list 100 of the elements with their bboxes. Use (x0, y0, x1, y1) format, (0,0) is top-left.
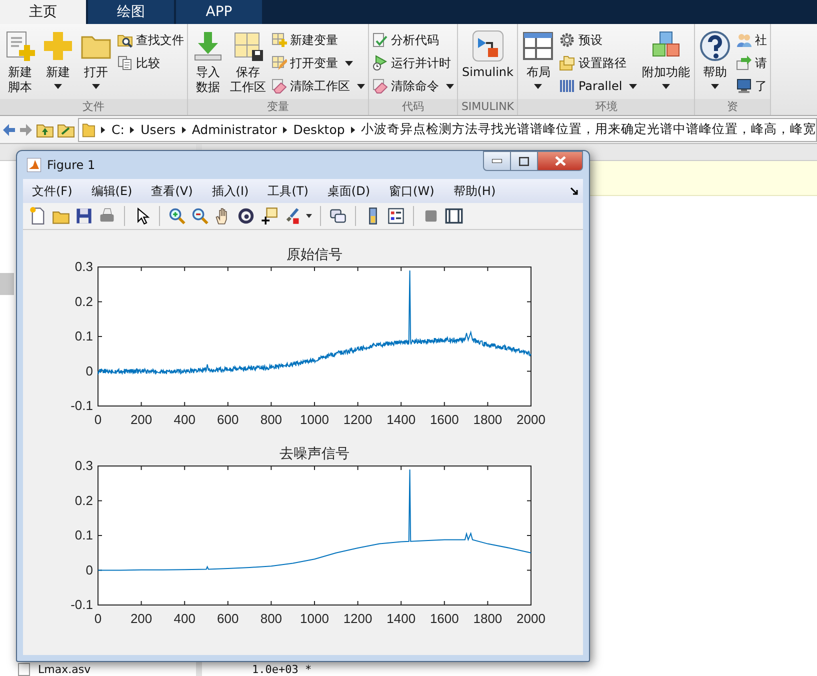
toolstrip-button[interactable]: 请 (734, 53, 770, 73)
y-tick-label: -0.1 (70, 597, 93, 612)
x-tick-label: 2000 (516, 611, 546, 626)
breadcrumb-item[interactable]: Desktop (293, 122, 345, 137)
plot-title: 去噪声信号 (280, 446, 350, 462)
toolstrip-button[interactable]: 清除命令 (370, 76, 456, 96)
people-icon[interactable] (736, 32, 752, 48)
window-icon[interactable] (445, 207, 463, 225)
ribbon-tab[interactable]: 主页 (0, 0, 86, 24)
toolstrip-button[interactable]: 打开 (77, 28, 115, 99)
dock-arrow-icon[interactable] (570, 186, 579, 196)
menu-item[interactable]: 桌面(D) (327, 182, 370, 200)
toolstrip-button[interactable]: 运行并计时 (370, 53, 456, 73)
y-tick-label: 0.1 (74, 528, 93, 542)
new-document-icon[interactable] (29, 207, 47, 225)
toolstrip-button[interactable]: 附加功能 (639, 28, 694, 99)
breadcrumb-item[interactable]: C: (112, 122, 124, 137)
caret-icon (446, 84, 454, 88)
toolstrip-button[interactable]: Simulink (459, 28, 516, 99)
caret-icon (92, 84, 100, 89)
breadcrumb-arrow-icon (182, 126, 186, 134)
toolstrip-button[interactable]: 了 (734, 76, 770, 96)
minimize-button[interactable] (483, 151, 511, 171)
legend-icon[interactable] (387, 207, 405, 225)
toolstrip-button[interactable]: 新建 (39, 28, 77, 99)
toolstrip-button[interactable]: 导入 数据 (189, 28, 227, 99)
toolstrip-button[interactable]: 设置路径 (557, 53, 640, 73)
up-folder-icon[interactable] (36, 122, 54, 138)
menu-item[interactable]: 编辑(E) (91, 182, 132, 200)
zoom-out-icon[interactable] (191, 207, 209, 225)
toolstrip-button[interactable]: 新建 脚本 (1, 28, 39, 99)
menu-item[interactable]: 文件(F) (32, 182, 72, 200)
download-arrow-icon[interactable] (192, 30, 224, 62)
x-tick-label: 1000 (300, 611, 329, 626)
folder-icon (82, 120, 96, 138)
layout-grid-icon[interactable] (522, 30, 554, 62)
x-tick-label: 1600 (430, 412, 459, 427)
minimize-icon (492, 159, 502, 163)
toolstrip-button[interactable]: 预设 (557, 30, 640, 50)
toolstrip-button[interactable]: 打开变量 (269, 53, 367, 73)
y-tick-label: -0.1 (70, 398, 93, 413)
menu-item[interactable]: 查看(V) (151, 182, 193, 200)
y-tick-label: 0 (86, 363, 93, 378)
caret-icon[interactable] (306, 214, 312, 218)
grid-disk-icon[interactable] (232, 30, 264, 62)
caret-icon (629, 84, 638, 88)
check-document-icon[interactable] (372, 32, 388, 48)
documents-icon[interactable] (117, 55, 133, 71)
gear-icon[interactable] (559, 32, 576, 48)
x-tick-label: 1800 (473, 412, 502, 427)
ribbon-tab[interactable]: APP (176, 0, 262, 24)
toolstrip-button[interactable]: 查找文件 (115, 30, 186, 50)
ribbon-tab[interactable]: 绘图 (88, 0, 174, 24)
toolstrip-button[interactable]: Parallel (557, 76, 640, 96)
vertical-bars-icon[interactable] (559, 78, 576, 94)
y-tick-label: 0.2 (74, 492, 93, 508)
caret-icon (54, 84, 62, 89)
folder-search-icon[interactable] (117, 32, 133, 48)
toolstrip-button[interactable]: 帮助 (696, 28, 734, 99)
caret-icon (534, 84, 542, 89)
envelope-arrow-icon[interactable] (736, 55, 752, 71)
toolstrip-button[interactable]: 保存 工作区 (227, 28, 269, 99)
toolstrip-button[interactable]: 布局 (519, 28, 558, 99)
caret-icon (662, 84, 670, 89)
toolstrip-button[interactable]: 社 (734, 30, 770, 50)
eraser-icon[interactable] (271, 78, 287, 94)
plot-title: 原始信号 (286, 247, 342, 263)
block-diagram-icon[interactable] (472, 30, 504, 62)
breadcrumb-item[interactable]: Administrator (192, 122, 278, 137)
caret-icon (711, 84, 720, 89)
file-item[interactable]: Lmax.asv (0, 663, 196, 676)
question-icon[interactable] (699, 30, 732, 62)
close-button[interactable] (537, 151, 583, 171)
toolstrip-button[interactable]: 新建变量 (269, 30, 367, 50)
menu-item[interactable]: 插入(I) (212, 182, 249, 200)
maximize-button[interactable] (510, 151, 538, 171)
document-plus-icon[interactable] (4, 30, 36, 62)
play-clock-icon[interactable] (372, 55, 388, 71)
x-tick-label: 400 (174, 412, 196, 427)
menu-item[interactable]: 工具(T) (268, 182, 308, 200)
breadcrumb-item[interactable]: 小波奇异点检测方法寻找光谱谱峰位置，用来确定光谱中谱峰位置，峰高，峰宽 (360, 121, 816, 138)
breadcrumb-item[interactable]: Users (140, 122, 176, 137)
forward-arrow-icon[interactable] (19, 122, 33, 136)
menu-item[interactable]: 帮助(H) (453, 182, 496, 200)
toolstrip-button[interactable]: 清除工作区 (269, 76, 367, 96)
eraser-icon[interactable] (372, 78, 388, 94)
address-field[interactable]: C: Users Administrator Desktop 小波奇异点检测方法寻找光谱谱峰位置，用来确定光谱中谱峰位置，峰高，峰宽 (78, 118, 817, 142)
x-tick-label: 2000 (516, 412, 546, 427)
monitor-icon[interactable] (736, 78, 752, 94)
caret-icon (345, 60, 353, 66)
x-tick-label: 600 (217, 412, 239, 427)
back-arrow-icon[interactable] (2, 122, 16, 136)
menu-item[interactable]: 窗口(W) (389, 182, 434, 200)
browse-folder-icon[interactable] (57, 122, 75, 138)
x-tick-label: 1200 (343, 412, 372, 427)
grid-plus-icon[interactable] (271, 32, 287, 48)
zoom-in-icon[interactable] (168, 207, 186, 225)
toolstrip-button[interactable]: 分析代码 (370, 30, 456, 50)
toolstrip-button[interactable]: 比较 (115, 53, 186, 73)
data-cursor-icon[interactable] (260, 207, 278, 225)
